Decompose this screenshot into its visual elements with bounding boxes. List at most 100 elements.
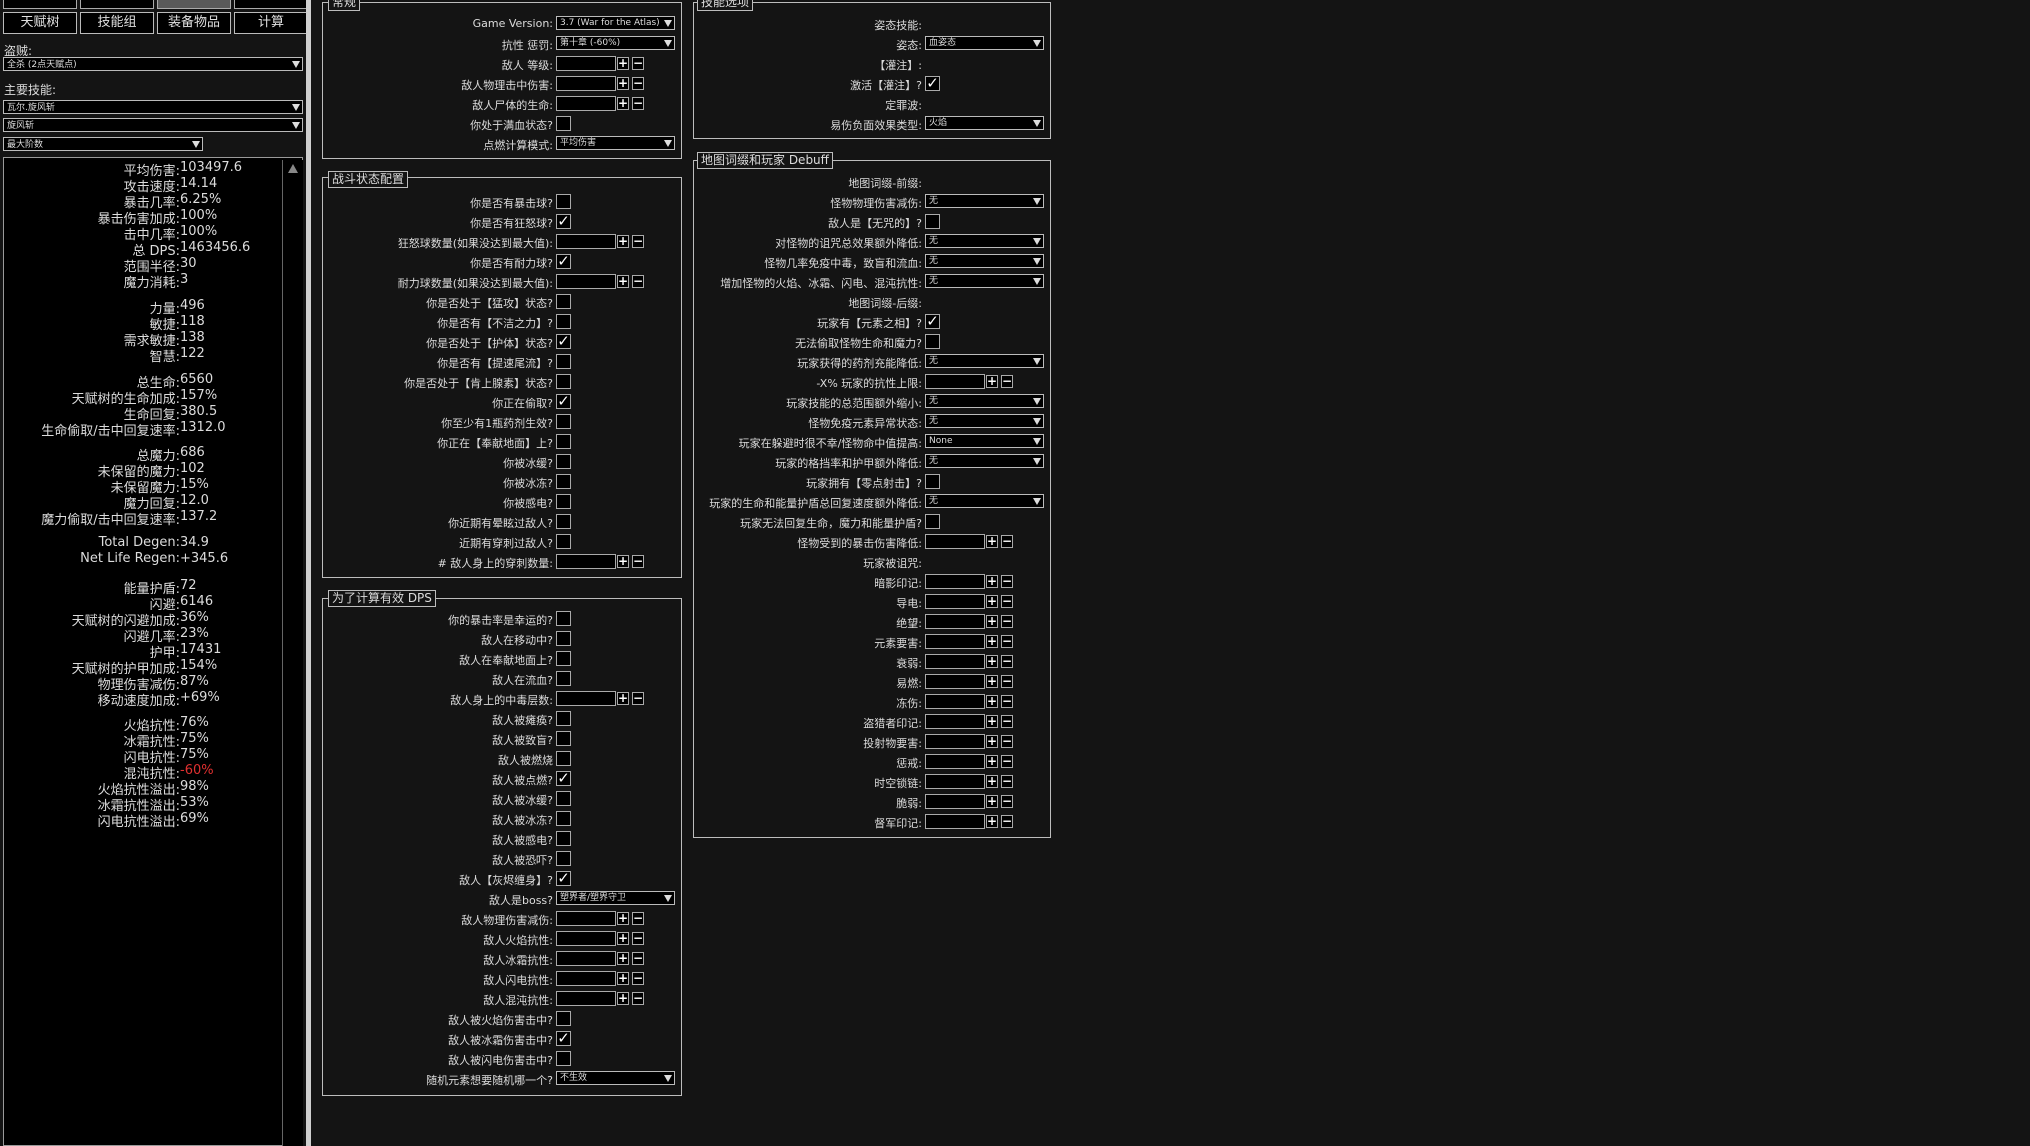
config-dropdown[interactable]: 无 bbox=[925, 394, 1044, 408]
decrement-button[interactable]: − bbox=[1001, 715, 1013, 728]
increment-button[interactable]: + bbox=[986, 655, 998, 668]
increment-button[interactable]: + bbox=[617, 912, 629, 925]
top-tab-1[interactable] bbox=[3, 0, 77, 9]
config-checkbox[interactable] bbox=[556, 1011, 571, 1026]
config-checkbox[interactable] bbox=[925, 474, 940, 489]
config-checkbox[interactable] bbox=[925, 214, 940, 229]
config-checkbox[interactable] bbox=[556, 831, 571, 846]
decrement-button[interactable]: − bbox=[1001, 755, 1013, 768]
increment-button[interactable]: + bbox=[617, 952, 629, 965]
config-number-input[interactable] bbox=[925, 534, 985, 549]
config-checkbox[interactable]: ✓ bbox=[925, 314, 940, 329]
decrement-button[interactable]: − bbox=[1001, 595, 1013, 608]
increment-button[interactable]: + bbox=[986, 595, 998, 608]
config-number-input[interactable] bbox=[925, 734, 985, 749]
increment-button[interactable]: + bbox=[986, 815, 998, 828]
config-dropdown[interactable]: 无 bbox=[925, 234, 1044, 248]
increment-button[interactable]: + bbox=[617, 932, 629, 945]
config-number-input[interactable] bbox=[925, 794, 985, 809]
config-number-input[interactable] bbox=[556, 991, 616, 1006]
decrement-button[interactable]: − bbox=[1001, 775, 1013, 788]
config-dropdown[interactable]: None bbox=[925, 434, 1044, 448]
config-number-input[interactable] bbox=[556, 931, 616, 946]
decrement-button[interactable]: − bbox=[1001, 695, 1013, 708]
config-label: 随机元素想要随机哪一个? bbox=[426, 1074, 553, 1087]
increment-button[interactable]: + bbox=[986, 535, 998, 548]
config-number-input[interactable] bbox=[925, 714, 985, 729]
increment-button[interactable]: + bbox=[617, 972, 629, 985]
decrement-button[interactable]: − bbox=[1001, 795, 1013, 808]
config-number-input[interactable] bbox=[556, 951, 616, 966]
increment-button[interactable]: + bbox=[986, 775, 998, 788]
decrement-button[interactable]: − bbox=[632, 952, 644, 965]
config-row: 玩家获得的药剂充能降低: bbox=[0, 354, 922, 370]
top-tab-3[interactable] bbox=[157, 0, 231, 9]
config-label: 敌人【灰烬缠身】? bbox=[459, 874, 553, 887]
map-mods-section-title: 地图词缀和玩家 Debuff bbox=[697, 152, 833, 169]
decrement-button[interactable]: − bbox=[1001, 615, 1013, 628]
config-label: 绝望: bbox=[896, 617, 922, 630]
increment-button[interactable]: + bbox=[617, 992, 629, 1005]
config-number-input[interactable] bbox=[925, 774, 985, 789]
scroll-up-arrow-icon[interactable] bbox=[288, 164, 298, 173]
config-number-input[interactable] bbox=[925, 594, 985, 609]
decrement-button[interactable]: − bbox=[1001, 675, 1013, 688]
top-tab-2[interactable] bbox=[80, 0, 154, 9]
config-number-input[interactable] bbox=[925, 374, 985, 389]
decrement-button[interactable]: − bbox=[1001, 635, 1013, 648]
config-dropdown[interactable]: 塑界者/塑界守卫 bbox=[556, 891, 675, 905]
decrement-button[interactable]: − bbox=[1001, 655, 1013, 668]
increment-button[interactable]: + bbox=[986, 615, 998, 628]
config-number-input[interactable] bbox=[556, 911, 616, 926]
decrement-button[interactable]: − bbox=[1001, 575, 1013, 588]
config-checkbox[interactable] bbox=[925, 334, 940, 349]
increment-button[interactable]: + bbox=[986, 715, 998, 728]
config-dropdown[interactable]: 无 bbox=[925, 494, 1044, 508]
config-dropdown[interactable]: 血姿态 bbox=[925, 36, 1044, 50]
config-number-input[interactable] bbox=[925, 574, 985, 589]
config-number-input[interactable] bbox=[925, 754, 985, 769]
increment-button[interactable]: + bbox=[986, 695, 998, 708]
increment-button[interactable]: + bbox=[986, 795, 998, 808]
top-tab-4[interactable] bbox=[234, 0, 308, 9]
config-number-input[interactable] bbox=[925, 814, 985, 829]
config-label: 衰弱: bbox=[896, 657, 922, 670]
config-number-input[interactable] bbox=[925, 614, 985, 629]
config-dropdown[interactable]: 不生效 bbox=[556, 1071, 675, 1085]
decrement-button[interactable]: − bbox=[632, 912, 644, 925]
config-checkbox[interactable]: ✓ bbox=[925, 76, 940, 91]
decrement-button[interactable]: − bbox=[632, 992, 644, 1005]
increment-button[interactable]: + bbox=[986, 375, 998, 388]
config-dropdown-value: 无 bbox=[929, 496, 939, 506]
config-checkbox[interactable]: ✓ bbox=[556, 871, 571, 886]
config-checkbox[interactable]: ✓ bbox=[556, 1031, 571, 1046]
increment-button[interactable]: + bbox=[986, 755, 998, 768]
increment-button[interactable]: + bbox=[986, 635, 998, 648]
config-number-input[interactable] bbox=[925, 674, 985, 689]
config-dropdown[interactable]: 火焰 bbox=[925, 116, 1044, 130]
decrement-button[interactable]: − bbox=[632, 932, 644, 945]
decrement-button[interactable]: − bbox=[1001, 375, 1013, 388]
config-dropdown[interactable]: 无 bbox=[925, 274, 1044, 288]
config-dropdown[interactable]: 无 bbox=[925, 354, 1044, 368]
decrement-button[interactable]: − bbox=[1001, 535, 1013, 548]
general-dropdown[interactable]: 平均伤害 bbox=[556, 136, 675, 150]
config-checkbox[interactable] bbox=[556, 851, 571, 866]
config-checkbox[interactable] bbox=[556, 1051, 571, 1066]
config-dropdown[interactable]: 无 bbox=[925, 414, 1044, 428]
config-checkbox[interactable] bbox=[925, 514, 940, 529]
decrement-button[interactable]: − bbox=[632, 972, 644, 985]
decrement-button[interactable]: − bbox=[1001, 735, 1013, 748]
increment-button[interactable]: + bbox=[986, 735, 998, 748]
increment-button[interactable]: + bbox=[986, 575, 998, 588]
config-dropdown[interactable]: 无 bbox=[925, 194, 1044, 208]
increment-button[interactable]: + bbox=[986, 675, 998, 688]
config-number-input[interactable] bbox=[925, 654, 985, 669]
config-number-input[interactable] bbox=[925, 634, 985, 649]
config-number-input[interactable] bbox=[556, 971, 616, 986]
decrement-button[interactable]: − bbox=[1001, 815, 1013, 828]
config-dropdown[interactable]: 无 bbox=[925, 454, 1044, 468]
config-dropdown[interactable]: 无 bbox=[925, 254, 1044, 268]
config-row: 敌人闪电抗性: bbox=[0, 971, 553, 987]
config-number-input[interactable] bbox=[925, 694, 985, 709]
